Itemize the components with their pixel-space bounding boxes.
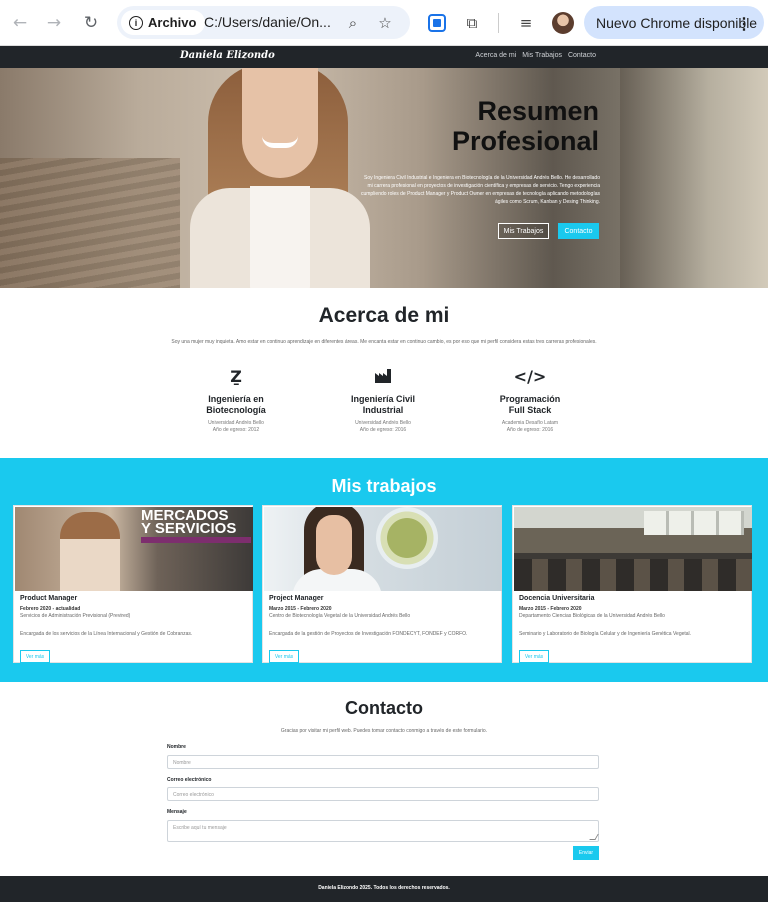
address-bar[interactable]: i Archivo C:/Users/danie/On... ⌕ ☆ (117, 6, 410, 39)
dna-icon: Ẕ (230, 366, 242, 386)
forward-icon[interactable]: → (42, 11, 66, 35)
see-more-button[interactable]: Ver más (269, 650, 299, 663)
image-banner-text: MERCADOS Y SERVICIOS (141, 507, 237, 537)
work-card-desc: Seminario y Laboratorio de Biología Celu… (519, 631, 692, 637)
email-input[interactable]: Correo electrónico (167, 787, 599, 801)
back-icon[interactable]: ← (8, 11, 32, 35)
message-textarea[interactable]: Escribe aquí tu mensaje (167, 820, 599, 842)
work-card-org: Departamento Ciencias Biológicas de la U… (519, 613, 665, 619)
hero-title-line2: Profesional (451, 126, 599, 156)
reload-icon[interactable]: ↻ (79, 11, 103, 35)
skill-meta: Universidad Andrés Bello Año de egreso: … (355, 420, 411, 433)
site-info-chip[interactable]: i Archivo (121, 10, 206, 35)
see-more-button[interactable]: Ver más (519, 650, 549, 663)
skill-name: Ingeniería en Biotecnología (206, 394, 266, 415)
code-icon: </> (513, 366, 547, 386)
industry-icon (323, 366, 443, 386)
work-card-date: Marzo 2015 - Febrero 2020 (519, 606, 582, 612)
info-icon: i (129, 15, 143, 30)
contact-intro: Gracias por visitar mi perfil web. Puede… (280, 728, 488, 734)
message-placeholder: Escribe aquí tu mensaje (173, 825, 227, 831)
skill-biotech: Ẕ Ingeniería en Biotecnología Universida… (176, 366, 296, 434)
bookmark-star-icon[interactable]: ☆ (375, 13, 395, 33)
hero-section: Resumen Profesional Soy Ingeniera Civil … (0, 68, 768, 288)
about-section: Acerca de mi Soy una mujer muy inquieta.… (0, 288, 768, 458)
work-card-date: Febrero 2020 - actualidad (20, 606, 81, 612)
extension-app-icon[interactable] (425, 11, 449, 35)
browser-toolbar: ← → ↻ i Archivo C:/Users/danie/On... ⌕ ☆… (0, 0, 768, 46)
work-card-image: MERCADOS Y SERVICIOS (15, 507, 253, 591)
submit-button[interactable]: Enviar (573, 846, 599, 860)
origin-label: Archivo (148, 15, 197, 30)
hero-background-stairs (0, 158, 180, 288)
media-queue-icon[interactable]: ≡ (514, 11, 538, 35)
hero-contact-button[interactable]: Contacto (558, 223, 599, 239)
email-label: Correo electrónico (167, 777, 212, 783)
contact-title: Contacto (345, 698, 423, 718)
work-card-project-manager: Project Manager Marzo 2015 - Febrero 202… (262, 505, 502, 663)
nav-link-about[interactable]: Acerca de mi (475, 52, 516, 59)
contact-section: Contacto Gracias por visitar mi perfil w… (0, 682, 768, 876)
skill-meta: Universidad Andrés Bello Año de egreso: … (208, 420, 264, 433)
extensions-puzzle-icon[interactable]: ⧉ (460, 11, 484, 35)
profile-avatar[interactable] (552, 12, 574, 34)
works-title: Mis trabajos (331, 476, 437, 496)
skill-name: Programación Full Stack (499, 394, 561, 415)
nav-link-works[interactable]: Mis Trabajos (522, 52, 562, 59)
skill-industrial: Ingeniería Civil Industrial Universidad … (323, 366, 443, 434)
url-text[interactable]: C:/Users/danie/On... (204, 14, 334, 30)
resize-grip-icon[interactable] (589, 834, 599, 840)
skill-meta: Academia Desafío Latam Año de egreso: 20… (501, 420, 559, 433)
works-section: Mis trabajos MERCADOS Y SERVICIOS Produc… (0, 458, 768, 682)
hero-title: Resumen Profesional (452, 96, 599, 156)
work-card-title: Project Manager (269, 595, 324, 602)
work-card-desc: Encargada de la gestión de Proyectos de … (269, 631, 468, 637)
message-label: Mensaje (167, 809, 187, 815)
about-title: Acerca de mi (318, 304, 450, 327)
skill-fullstack: </> Programación Full Stack Academia Des… (470, 366, 590, 434)
work-card-title: Docencia Universitaria (519, 595, 595, 602)
work-card-body: Docencia Universitaria Marzo 2015 - Febr… (519, 595, 747, 637)
work-card-date: Marzo 2015 - Febrero 2020 (269, 606, 332, 612)
work-card-image (514, 507, 752, 591)
work-card-desc: Encargada de los servicios de la Línea I… (20, 631, 193, 637)
toolbar-divider (498, 13, 499, 33)
hero-background-wall (620, 68, 768, 288)
skill-name: Ingeniería Civil Industrial (350, 394, 416, 415)
work-card-org: Servicios de Administración Previsional … (20, 613, 131, 619)
zoom-icon[interactable]: ⌕ (343, 13, 363, 33)
chrome-update-button[interactable]: Nuevo Chrome disponible ⋮ (584, 6, 764, 39)
site-brand[interactable]: Daniela Elizondo (180, 50, 275, 61)
see-more-button[interactable]: Ver más (20, 650, 50, 663)
work-card-org: Centro de Biotecnología Vegetal de la Un… (269, 613, 411, 619)
work-card-product-manager: MERCADOS Y SERVICIOS Product Manager Feb… (13, 505, 253, 663)
about-intro: Soy una mujer muy inquieta. Amo estar en… (171, 339, 597, 345)
name-label: Nombre (167, 744, 186, 750)
name-input[interactable]: Nombre (167, 755, 599, 769)
hero-portrait-photo (180, 68, 370, 288)
work-card-body: Project Manager Marzo 2015 - Febrero 202… (269, 595, 497, 637)
hero-works-button[interactable]: Mis Trabajos (498, 223, 549, 239)
work-card-title: Product Manager (20, 595, 78, 602)
site-footer: Daniela Elizondo 2025. Todos los derecho… (0, 876, 768, 902)
site-navbar: Daniela Elizondo Acerca de mi Mis Trabaj… (0, 46, 768, 68)
footer-text: Daniela Elizondo 2025. Todos los derecho… (318, 885, 450, 891)
work-card-teaching: Docencia Universitaria Marzo 2015 - Febr… (512, 505, 752, 663)
nav-link-contact[interactable]: Contacto (568, 52, 596, 59)
hero-description: Soy Ingeniera Civil Industrial e Ingenie… (360, 175, 600, 205)
update-label: Nuevo Chrome disponible (596, 14, 758, 31)
work-card-body: Product Manager Febrero 2020 - actualida… (20, 595, 248, 637)
kebab-menu-icon[interactable]: ⋮ (736, 14, 752, 34)
hero-title-line1: Resumen (477, 96, 599, 126)
nav-links: Acerca de mi Mis Trabajos Contacto (475, 52, 596, 59)
work-card-image (264, 507, 502, 591)
